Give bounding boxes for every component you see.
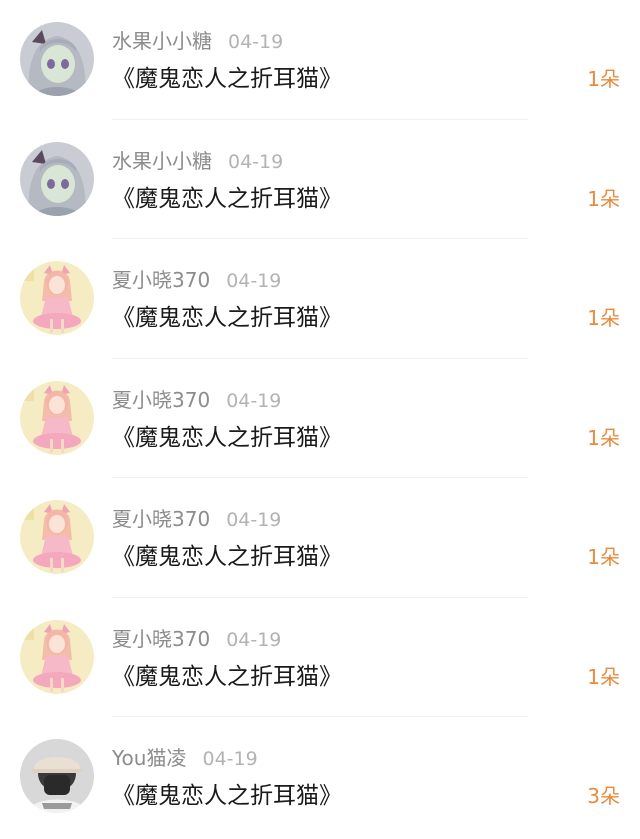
- avatar[interactable]: [20, 739, 94, 813]
- item-meta: 水果小小糖 04-19: [112, 148, 283, 175]
- book-title[interactable]: 《魔鬼恋人之折耳猫》: [112, 184, 342, 214]
- item-meta: 水果小小糖 04-19: [112, 28, 283, 55]
- gift-count: 1朵: [587, 425, 620, 450]
- book-title[interactable]: 《魔鬼恋人之折耳猫》: [112, 662, 342, 692]
- avatar[interactable]: [20, 22, 94, 96]
- username[interactable]: 夏小晓370: [112, 268, 210, 292]
- gift-count: 1朵: [587, 186, 620, 211]
- gift-count: 1朵: [587, 664, 620, 689]
- avatar[interactable]: [20, 619, 94, 694]
- avatar[interactable]: [20, 500, 94, 574]
- item-meta: 夏小晓370 04-19: [112, 506, 281, 533]
- book-title[interactable]: 《魔鬼恋人之折耳猫》: [112, 781, 342, 811]
- date-label: 04-19: [228, 31, 284, 53]
- list-item[interactable]: 夏小晓370 04-19 《魔鬼恋人之折耳猫》 1朵: [0, 239, 640, 359]
- date-label: 04-19: [226, 270, 282, 292]
- username[interactable]: You猫凌: [112, 746, 186, 770]
- book-title[interactable]: 《魔鬼恋人之折耳猫》: [112, 542, 342, 572]
- date-label: 04-19: [226, 389, 282, 412]
- gift-count: 3朵: [587, 784, 620, 808]
- gift-record-list: 水果小小糖 04-19 《魔鬼恋人之折耳猫》 1朵 水果小小糖 04-19 《魔鬼恋…: [0, 0, 640, 837]
- list-item[interactable]: 夏小晓370 04-19 《魔鬼恋人之折耳猫》 1朵: [0, 478, 640, 598]
- date-label: 04-19: [226, 628, 282, 651]
- avatar[interactable]: [20, 380, 94, 455]
- username[interactable]: 夏小晓370: [112, 388, 210, 412]
- item-meta: 夏小晓370 04-19: [112, 267, 281, 294]
- list-item[interactable]: 水果小小糖 04-19 《魔鬼恋人之折耳猫》 1朵: [0, 120, 640, 239]
- avatar[interactable]: [20, 261, 94, 335]
- date-label: 04-19: [228, 150, 284, 173]
- gift-count: 1朵: [587, 545, 620, 569]
- gift-count: 1朵: [587, 67, 620, 91]
- book-title[interactable]: 《魔鬼恋人之折耳猫》: [112, 64, 342, 94]
- gift-count: 1朵: [587, 306, 620, 330]
- date-label: 04-19: [202, 748, 258, 770]
- item-meta: 夏小晓370 04-19: [112, 387, 281, 414]
- avatar[interactable]: [20, 141, 94, 216]
- list-item[interactable]: You猫凌 04-19 《魔鬼恋人之折耳猫》 3朵: [0, 717, 640, 837]
- list-item[interactable]: 夏小晓370 04-19 《魔鬼恋人之折耳猫》 1朵: [0, 598, 640, 717]
- date-label: 04-19: [226, 509, 282, 531]
- book-title[interactable]: 《魔鬼恋人之折耳猫》: [112, 423, 342, 453]
- item-meta: 夏小晓370 04-19: [112, 626, 281, 653]
- list-item[interactable]: 夏小晓370 04-19 《魔鬼恋人之折耳猫》 1朵: [0, 359, 640, 478]
- list-item[interactable]: 水果小小糖 04-19 《魔鬼恋人之折耳猫》 1朵: [0, 0, 640, 120]
- book-title[interactable]: 《魔鬼恋人之折耳猫》: [112, 303, 342, 333]
- username[interactable]: 水果小小糖: [112, 29, 212, 53]
- item-meta: You猫凌 04-19: [112, 745, 258, 772]
- username[interactable]: 夏小晓370: [112, 507, 210, 531]
- username[interactable]: 夏小晓370: [112, 627, 210, 651]
- username[interactable]: 水果小小糖: [112, 149, 212, 173]
